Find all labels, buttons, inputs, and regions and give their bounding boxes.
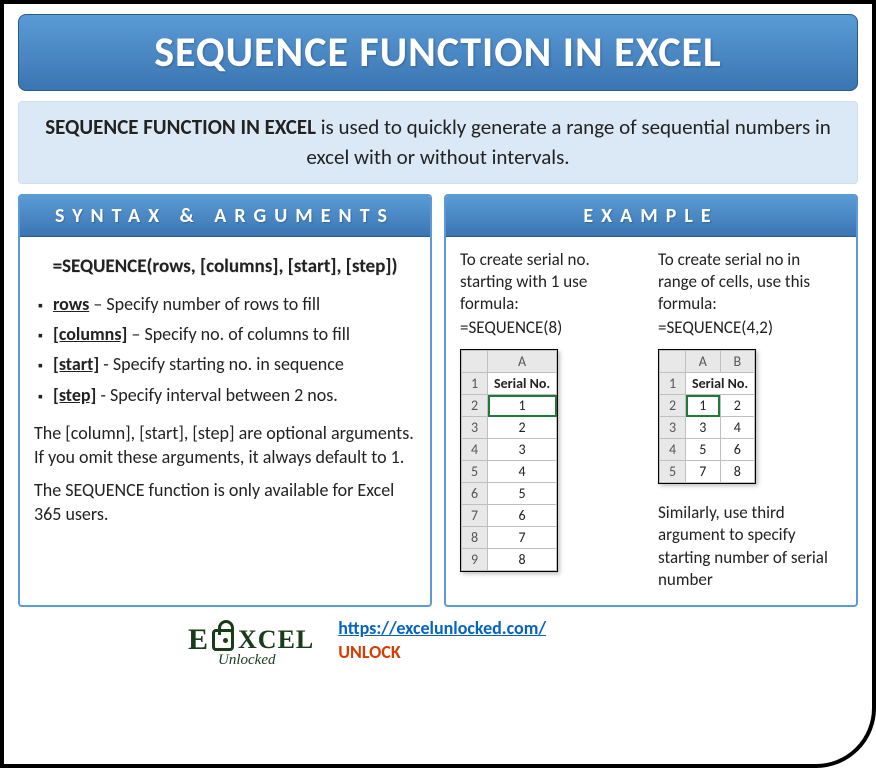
intro-lead: SEQUENCE FUNCTION IN EXCEL xyxy=(45,114,316,140)
example-right-after: Similarly, use third argument to specify… xyxy=(658,502,842,590)
list-item: rows – Specify number of rows to fill xyxy=(38,292,416,316)
syntax-note-2: The SEQUENCE function is only available … xyxy=(34,478,416,527)
footer: E XCEL Unlocked https://excelunlocked.co… xyxy=(18,617,858,663)
example-right-text: To create serial no in range of cells, u… xyxy=(658,249,842,315)
intro-rest: is used to quickly generate a range of s… xyxy=(306,114,830,170)
syntax-formula: =SEQUENCE(rows, [columns], [start], [ste… xyxy=(34,255,416,278)
syntax-panel: SYNTAX & ARGUMENTS =SEQUENCE(rows, [colu… xyxy=(18,194,432,607)
footer-link[interactable]: https://excelunlocked.com/ xyxy=(338,617,546,639)
mini-sheet-2: AB 1Serial No. 212 334 456 578 xyxy=(658,349,756,484)
example-left-text: To create serial no. starting with 1 use… xyxy=(460,249,644,315)
example-right: To create serial no in range of cells, u… xyxy=(658,249,842,593)
list-item: [start] - Specify starting no. in sequen… xyxy=(38,352,416,376)
argument-list: rows – Specify number of rows to fill [c… xyxy=(38,292,416,407)
intro-box: SEQUENCE FUNCTION IN EXCEL is used to qu… xyxy=(18,101,858,184)
example-right-formula: =SEQUENCE(4,2) xyxy=(658,317,842,339)
syntax-header: SYNTAX & ARGUMENTS xyxy=(20,196,430,237)
logo: E XCEL Unlocked xyxy=(188,623,314,657)
list-item: [step] - Specify interval between 2 nos. xyxy=(38,383,416,407)
example-left-formula: =SEQUENCE(8) xyxy=(460,317,644,339)
example-left: To create serial no. starting with 1 use… xyxy=(460,249,644,593)
footer-tag: UNLOCK xyxy=(338,641,546,663)
lock-icon xyxy=(212,629,234,651)
example-header: EXAMPLE xyxy=(446,196,856,237)
list-item: [columns] – Specify no. of columns to fi… xyxy=(38,322,416,346)
example-panel: EXAMPLE To create serial no. starting wi… xyxy=(444,194,858,607)
syntax-note-1: The [column], [start], [step] are option… xyxy=(34,421,416,470)
page-title: SEQUENCE FUNCTION IN EXCEL xyxy=(18,14,858,91)
mini-sheet-1: A 1Serial No. 21 32 43 54 65 76 87 98 xyxy=(460,349,558,572)
